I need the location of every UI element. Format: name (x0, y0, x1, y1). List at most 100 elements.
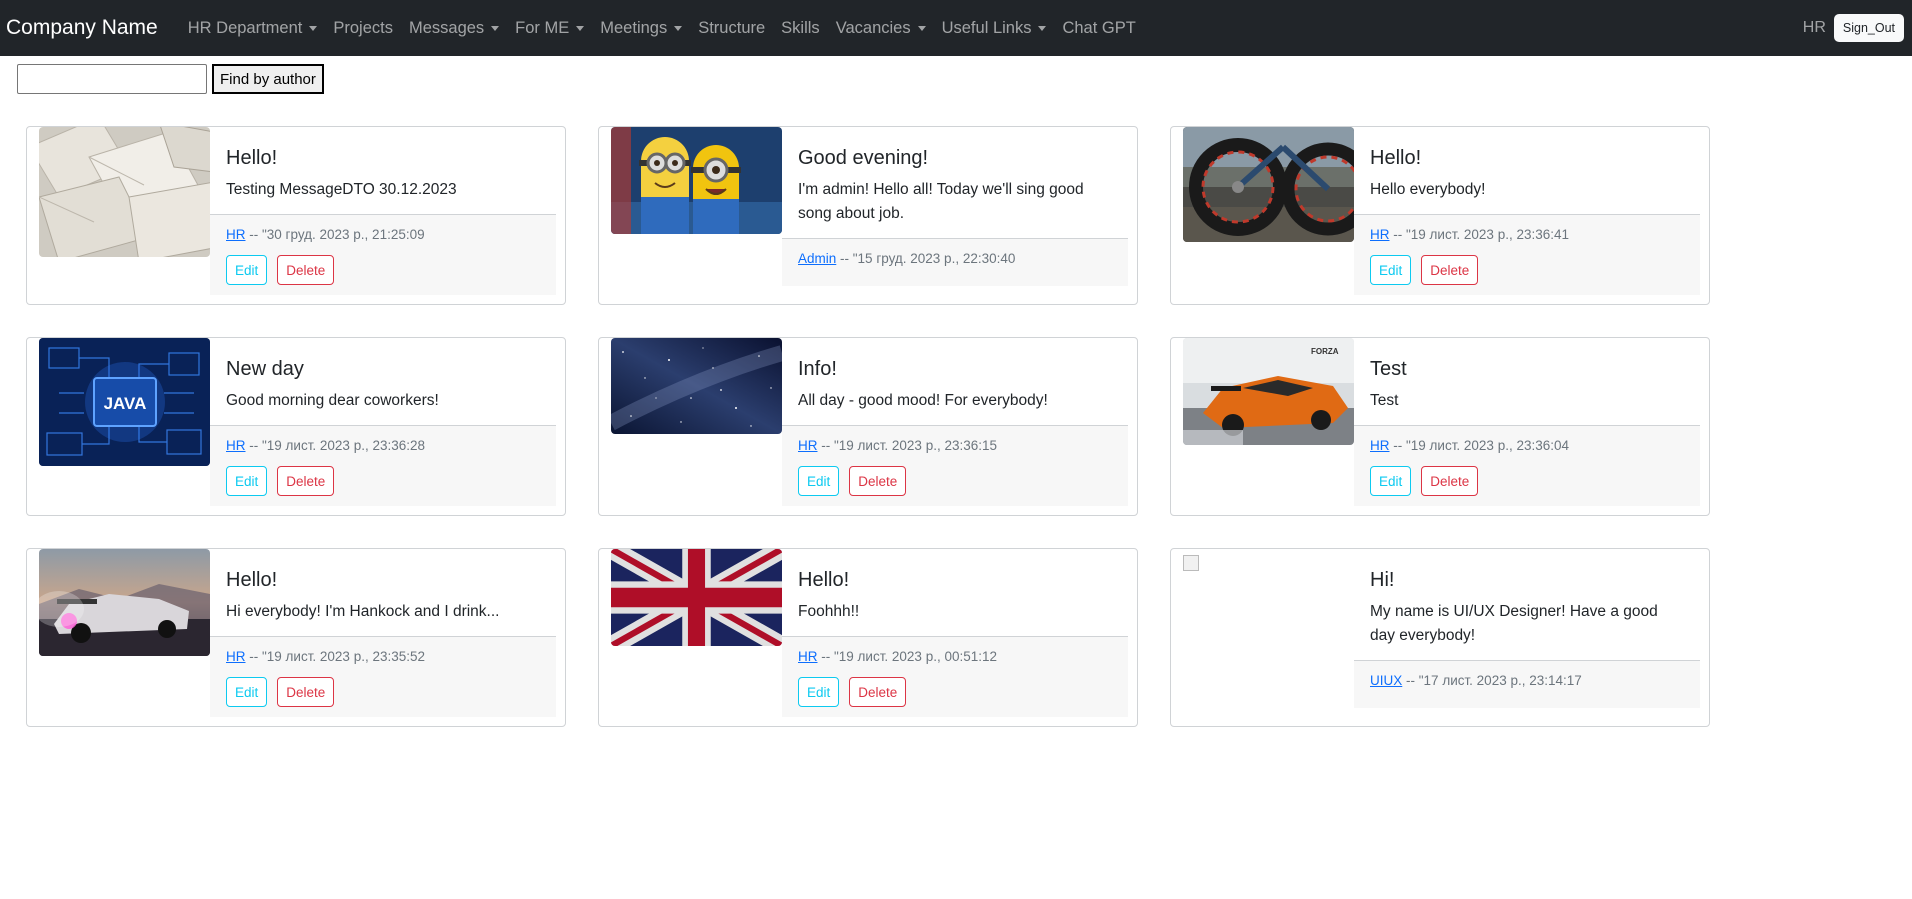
delete-button[interactable]: Delete (277, 677, 335, 707)
nav-label: Structure (698, 18, 766, 37)
post-date: -- "19 лист. 2023 р., 23:35:52 (245, 649, 426, 664)
card-footer: UIUX -- "17 лист. 2023 р., 23:14:17 (1354, 660, 1700, 708)
card-meta: HR -- "19 лист. 2023 р., 23:36:15 (798, 438, 1112, 453)
card-body: New day Good morning dear coworkers! HR … (210, 338, 556, 506)
card-title: Good evening! (798, 147, 929, 169)
card-footer: HR -- "30 груд. 2023 р., 21:25:09 Edit D… (210, 214, 556, 295)
nav-label: Meetings (600, 18, 668, 37)
uk-flag-image (611, 549, 782, 646)
space-image (611, 338, 782, 434)
message-card: Hi! My name is UI/UX Designer! Have a go… (1170, 548, 1710, 727)
bike-image (1183, 127, 1354, 242)
card-text: Testing MessageDTO 30.12.2023 (226, 181, 457, 198)
message-card: Good evening! I'm admin! Hello all! Toda… (598, 126, 1138, 305)
post-date: -- "17 лист. 2023 р., 23:14:17 (1402, 673, 1582, 688)
message-card: Hello! Testing MessageDTO 30.12.2023 HR … (26, 126, 566, 305)
nav-projects[interactable]: Projects (325, 19, 401, 38)
card-text: Test (1370, 392, 1399, 409)
message-card: Hello! Hello everybody! HR -- "19 лист. … (1170, 126, 1710, 305)
caret-down-icon (674, 25, 683, 31)
card-text: My name is UI/UX Designer! Have a good d… (1370, 603, 1658, 644)
racecar-image (39, 549, 210, 656)
sign-out-button[interactable]: Sign_Out (1833, 14, 1904, 42)
nav-label: For ME (515, 18, 570, 37)
nav-label: Chat GPT (1062, 18, 1136, 37)
card-body: Hello! Hello everybody! HR -- "19 лист. … (1354, 127, 1700, 295)
nav-menu: HR Department Projects Messages For ME M… (180, 19, 1144, 38)
author-search-input[interactable] (17, 64, 207, 94)
nav-useful-links[interactable]: Useful Links (934, 19, 1055, 38)
delete-button[interactable]: Delete (849, 466, 907, 496)
card-title: Hello! (1370, 147, 1422, 169)
nav-messages[interactable]: Messages (401, 19, 507, 38)
card-body: Hello! Foohhh!! HR -- "19 лист. 2023 р.,… (782, 549, 1128, 717)
post-date: -- "19 лист. 2023 р., 23:36:15 (817, 438, 998, 453)
card-footer: HR -- "19 лист. 2023 р., 23:35:52 Edit D… (210, 636, 556, 717)
author-link[interactable]: HR (798, 649, 818, 664)
card-body: Hi! My name is UI/UX Designer! Have a go… (1354, 549, 1700, 708)
author-link[interactable]: Admin (798, 251, 836, 266)
edit-button[interactable]: Edit (226, 677, 268, 707)
edit-button[interactable]: Edit (226, 466, 268, 496)
card-image (39, 549, 210, 656)
card-title: Info! (798, 358, 837, 380)
java-image: JAVA (39, 338, 210, 466)
brand-logo[interactable]: Company Name (6, 16, 158, 40)
author-link[interactable]: HR (798, 438, 818, 453)
card-image (611, 127, 782, 234)
edit-button[interactable]: Edit (798, 677, 840, 707)
card-meta: UIUX -- "17 лист. 2023 р., 23:14:17 (1370, 673, 1684, 688)
card-image: JAVA (39, 338, 210, 466)
message-card: FORZA Test Test HR -- "19 лист. 2023 р.,… (1170, 337, 1710, 516)
delete-button[interactable]: Delete (1421, 255, 1479, 285)
card-title: Hello! (226, 147, 278, 169)
card-actions: Edit Delete (226, 466, 540, 496)
card-title: Hello! (798, 569, 850, 591)
nav-vacancies[interactable]: Vacancies (828, 19, 934, 38)
card-title: Hi! (1370, 569, 1395, 591)
message-card: Info! All day - good mood! For everybody… (598, 337, 1138, 516)
post-date: -- "15 груд. 2023 р., 22:30:40 (836, 251, 1016, 266)
card-meta: HR -- "19 лист. 2023 р., 23:36:04 (1370, 438, 1684, 453)
edit-button[interactable]: Edit (1370, 466, 1412, 496)
nav-skills[interactable]: Skills (773, 19, 828, 38)
edit-button[interactable]: Edit (1370, 255, 1412, 285)
nav-hr-department[interactable]: HR Department (180, 19, 326, 38)
delete-button[interactable]: Delete (849, 677, 907, 707)
nav-chat-gpt[interactable]: Chat GPT (1054, 19, 1143, 38)
caret-down-icon (491, 25, 500, 31)
delete-button[interactable]: Delete (277, 466, 335, 496)
card-title: New day (226, 358, 304, 380)
post-date: -- "30 груд. 2023 р., 21:25:09 (245, 227, 425, 242)
author-link[interactable]: HR (226, 649, 246, 664)
envelopes-image (39, 127, 210, 257)
nav-structure[interactable]: Structure (690, 19, 773, 38)
card-meta: HR -- "19 лист. 2023 р., 23:35:52 (226, 649, 540, 664)
edit-button[interactable]: Edit (226, 255, 268, 285)
broken-image-icon (1183, 555, 1199, 571)
author-link[interactable]: HR (1370, 227, 1390, 242)
caret-down-icon (309, 25, 318, 31)
card-image (611, 338, 782, 434)
card-image (1183, 127, 1354, 242)
author-link[interactable]: HR (226, 438, 246, 453)
top-navbar: Company Name HR Department Projects Mess… (0, 0, 1912, 56)
forza-logo-text: FORZA (1311, 347, 1339, 356)
card-text: Foohhh!! (798, 603, 860, 620)
nav-meetings[interactable]: Meetings (592, 19, 690, 38)
edit-button[interactable]: Edit (798, 466, 840, 496)
card-actions: Edit Delete (226, 255, 540, 285)
find-by-author-button[interactable]: Find by author (212, 64, 324, 94)
card-image (39, 127, 210, 257)
card-actions: Edit Delete (798, 466, 1112, 496)
author-link[interactable]: HR (1370, 438, 1390, 453)
author-link[interactable]: UIUX (1370, 673, 1402, 688)
delete-button[interactable]: Delete (1421, 466, 1479, 496)
card-meta: HR -- "30 груд. 2023 р., 21:25:09 (226, 227, 540, 242)
author-link[interactable]: HR (226, 227, 246, 242)
delete-button[interactable]: Delete (277, 255, 335, 285)
card-text: Hi everybody! I'm Hankock and I drink... (226, 603, 500, 620)
card-body: Hello! Hi everybody! I'm Hankock and I d… (210, 549, 556, 717)
card-text: Hello everybody! (1370, 181, 1486, 198)
nav-for-me[interactable]: For ME (507, 19, 592, 38)
